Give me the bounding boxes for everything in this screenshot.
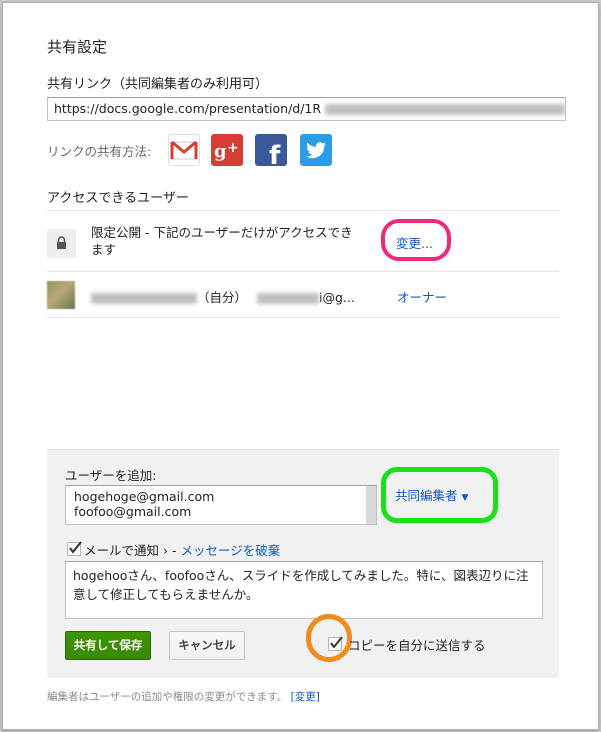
owner-role-label: オーナー: [397, 290, 448, 305]
divider: [47, 317, 559, 318]
dialog-title: 共有設定: [47, 38, 108, 56]
redacted-text: [325, 104, 565, 115]
notify-text: メールで通知: [84, 543, 160, 558]
send-copy-checkbox[interactable]: [328, 636, 343, 651]
share-settings-dialog: 共有設定 共有リンク（共同編集者のみ利用可） https://docs.goog…: [2, 2, 599, 730]
divider: [47, 210, 559, 211]
lock-icon: [47, 229, 76, 258]
add-people-input[interactable]: hogehoge@gmail.com foofoo@gmail.com: [65, 485, 377, 525]
share-via-label: リンクの共有方法:: [47, 144, 152, 159]
avatar: [47, 281, 75, 309]
access-section-label: アクセスできるユーザー: [47, 191, 189, 206]
footer-note: 編集者はユーザーの追加や権限の変更ができます。 [変更]: [47, 689, 320, 704]
svg-text:g: g: [214, 141, 227, 162]
added-user-email: foofoo@gmail.com: [74, 504, 192, 519]
owner-identity: （自分） i@g...: [91, 287, 355, 306]
redacted-text: [257, 293, 320, 304]
add-people-label: ユーザーを追加:: [65, 468, 157, 483]
share-and-save-button[interactable]: 共有して保存: [65, 631, 151, 660]
footer-change-link[interactable]: [変更]: [291, 691, 320, 703]
visibility-description: 限定公開 - 下記のユーザーだけがアクセスできます: [91, 225, 353, 257]
notify-checkbox[interactable]: [67, 541, 82, 556]
google-plus-icon[interactable]: g +: [211, 134, 243, 166]
owner-self-tag: （自分）: [197, 290, 248, 305]
footer-text: 編集者はユーザーの追加や権限の変更ができます。: [47, 691, 288, 703]
redacted-text: [91, 293, 197, 304]
owner-email: i@g...: [319, 290, 355, 305]
divider: [47, 271, 559, 272]
svg-text:+: +: [227, 140, 239, 156]
share-link-field[interactable]: https://docs.google.com/presentation/d/1…: [47, 97, 566, 121]
discard-message-link[interactable]: メッセージを破棄: [180, 543, 280, 558]
share-link-url: https://docs.google.com/presentation/d/1…: [54, 101, 322, 116]
message-textarea[interactable]: hogehooさん、foofooさん、スライドを作成してみました。特に、図表辺り…: [65, 561, 543, 619]
send-copy-label: コピーを自分に送信する: [348, 638, 486, 653]
twitter-icon[interactable]: [300, 134, 332, 166]
highlight-circle: [381, 219, 451, 261]
facebook-icon[interactable]: f: [255, 134, 287, 166]
scrollbar[interactable]: [366, 486, 376, 524]
notify-label: メールで通知 › - メッセージを破棄: [84, 540, 280, 559]
notify-separator: › -: [159, 543, 181, 558]
gmail-icon[interactable]: [168, 134, 200, 166]
highlight-circle: [381, 467, 498, 523]
added-user-email: hogehoge@gmail.com: [74, 489, 215, 504]
share-link-label: 共有リンク（共同編集者のみ利用可）: [47, 77, 269, 92]
svg-text:f: f: [269, 141, 281, 166]
cancel-button[interactable]: キャンセル: [169, 631, 245, 660]
